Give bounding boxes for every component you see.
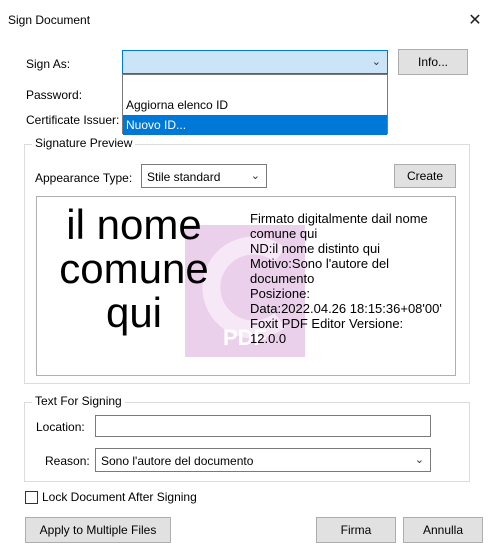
details-line: ND:il nome distinto qui bbox=[250, 241, 381, 256]
signature-preview-box: PDF il nome comune qui Firmato digitalme… bbox=[36, 196, 456, 376]
details-line: 12.0.0 bbox=[250, 331, 287, 346]
certificate-issuer-label: Certificate Issuer: bbox=[26, 113, 120, 127]
cancel-button[interactable]: Annulla bbox=[403, 517, 483, 543]
sign-document-dialog: Sign Document ✕ Sign As: ⌄ Info... Aggio… bbox=[0, 0, 489, 554]
signer-name-large: il nome comune qui bbox=[39, 203, 229, 335]
appearance-type-value: Stile standard bbox=[147, 170, 221, 184]
details-line: documento bbox=[250, 271, 315, 286]
info-button[interactable]: Info... bbox=[398, 49, 468, 75]
create-button[interactable]: Create bbox=[394, 164, 456, 188]
window-title: Sign Document bbox=[8, 13, 91, 27]
appearance-type-select[interactable]: Stile standard ⌄ bbox=[141, 164, 267, 188]
apply-multiple-files-button[interactable]: Apply to Multiple Files bbox=[25, 517, 171, 543]
details-line: comune qui bbox=[250, 226, 318, 241]
close-icon[interactable]: ✕ bbox=[465, 10, 485, 30]
sign-as-select[interactable]: ⌄ bbox=[122, 50, 388, 74]
details-line: Motivo:Sono l'autore del bbox=[250, 256, 390, 271]
dropdown-item-refresh-ids[interactable]: Aggiorna elenco ID bbox=[123, 95, 387, 115]
name-line: comune bbox=[59, 245, 209, 292]
signature-preview-title: Signature Preview bbox=[32, 136, 136, 150]
dropdown-item-new-id[interactable]: Nuovo ID... bbox=[123, 115, 387, 135]
lock-document-label[interactable]: Lock Document After Signing bbox=[42, 490, 197, 504]
name-line: qui bbox=[105, 289, 163, 336]
details-line: Data:2022.04.26 18:15:36+08'00' bbox=[250, 301, 442, 316]
chevron-down-icon: ⌄ bbox=[371, 56, 381, 68]
sign-button[interactable]: Firma bbox=[316, 517, 396, 543]
reason-select[interactable]: Sono l'autore del documento ⌄ bbox=[95, 448, 431, 472]
title-bar: Sign Document ✕ bbox=[0, 0, 489, 38]
appearance-type-label: Appearance Type: bbox=[35, 171, 133, 185]
details-line: Posizione: bbox=[250, 286, 310, 301]
sign-as-label: Sign As: bbox=[26, 57, 71, 71]
chevron-down-icon: ⌄ bbox=[414, 454, 424, 466]
lock-document-checkbox[interactable] bbox=[25, 491, 38, 504]
location-input[interactable] bbox=[95, 415, 431, 437]
details-line: Firmato digitalmente dail nome bbox=[250, 211, 428, 226]
location-label: Location: bbox=[36, 420, 85, 434]
name-line: il nome bbox=[66, 201, 202, 248]
reason-value: Sono l'autore del documento bbox=[101, 454, 254, 468]
reason-label: Reason: bbox=[45, 454, 90, 468]
password-label: Password: bbox=[26, 88, 83, 102]
chevron-down-icon: ⌄ bbox=[250, 170, 260, 182]
signature-details-text: Firmato digitalmente dail nome comune qu… bbox=[250, 211, 455, 346]
details-line: Foxit PDF Editor Versione: bbox=[250, 316, 404, 331]
text-for-signing-title: Text For Signing bbox=[32, 394, 125, 408]
sign-as-dropdown-list: Aggiorna elenco ID Nuovo ID... bbox=[122, 74, 388, 135]
